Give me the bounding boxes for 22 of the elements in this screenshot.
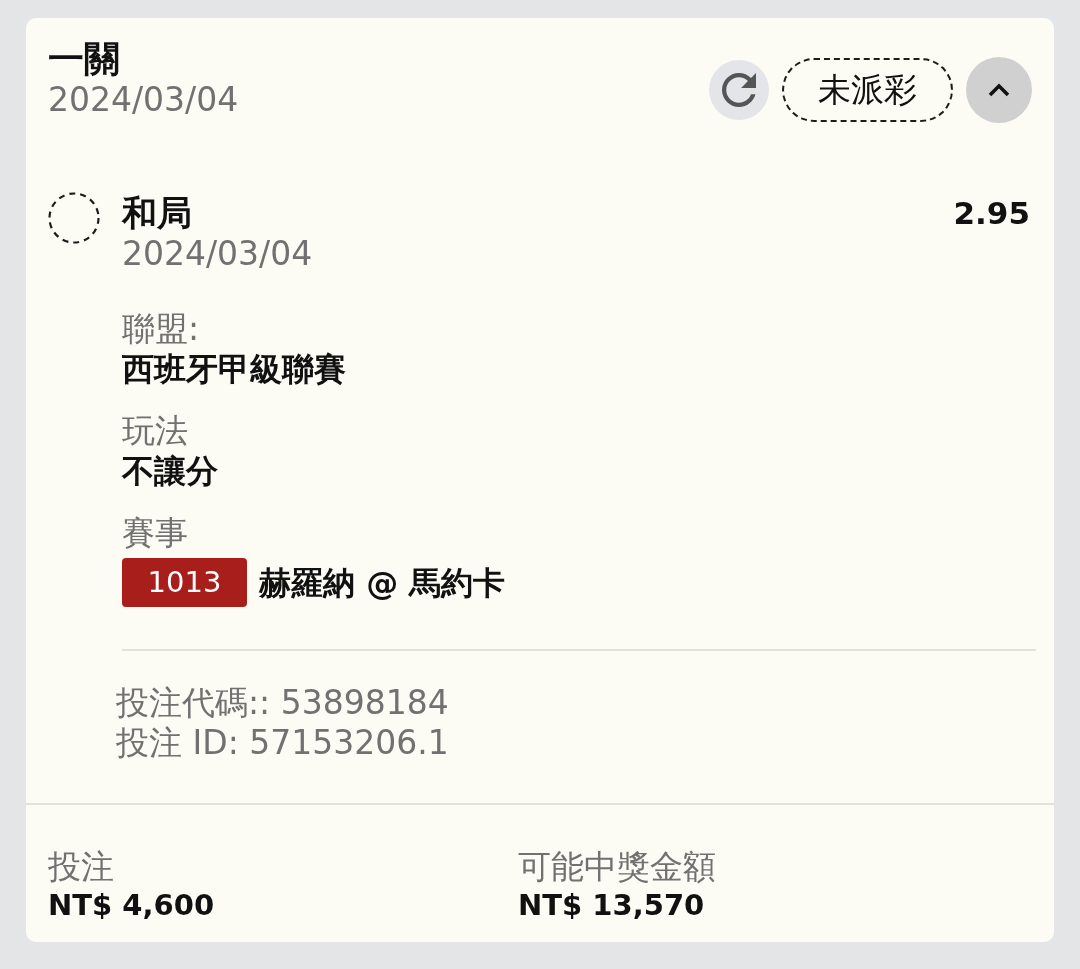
bet-date: 2024/03/04 xyxy=(48,80,239,120)
selection-name: 和局 xyxy=(122,192,192,235)
bet-reference: 投注代碼:: 53898184 xyxy=(116,683,449,723)
detail-value: 西班牙甲級聯賽 xyxy=(122,349,346,389)
match-name: 赫羅納 @ 馬約卡 xyxy=(259,562,506,603)
dashed-circle-icon xyxy=(48,192,100,244)
bet-reference: 投注 ID: 57153206.1 xyxy=(116,723,449,763)
caret-up-icon xyxy=(988,82,1010,98)
amount-value: NT$ 4,600 xyxy=(48,887,215,923)
detail-label: 聯盟: xyxy=(122,309,200,349)
match-number-tag: 1013 xyxy=(122,558,247,607)
odds-value: 2.95 xyxy=(953,194,1030,233)
amount-label: 投注 xyxy=(48,847,114,887)
detail-value: 不讓分 xyxy=(122,451,218,491)
detail-label: 賽事 xyxy=(122,513,188,553)
amount-label: 可能中獎金額 xyxy=(518,847,716,887)
selection-date: 2024/03/04 xyxy=(122,235,313,273)
status-tag: 未派彩 xyxy=(782,58,953,122)
detail-label: 玩法 xyxy=(122,411,188,451)
amount-value: NT$ 13,570 xyxy=(518,887,705,923)
bet-title: 一關 xyxy=(48,38,120,80)
refresh-icon xyxy=(722,73,756,107)
